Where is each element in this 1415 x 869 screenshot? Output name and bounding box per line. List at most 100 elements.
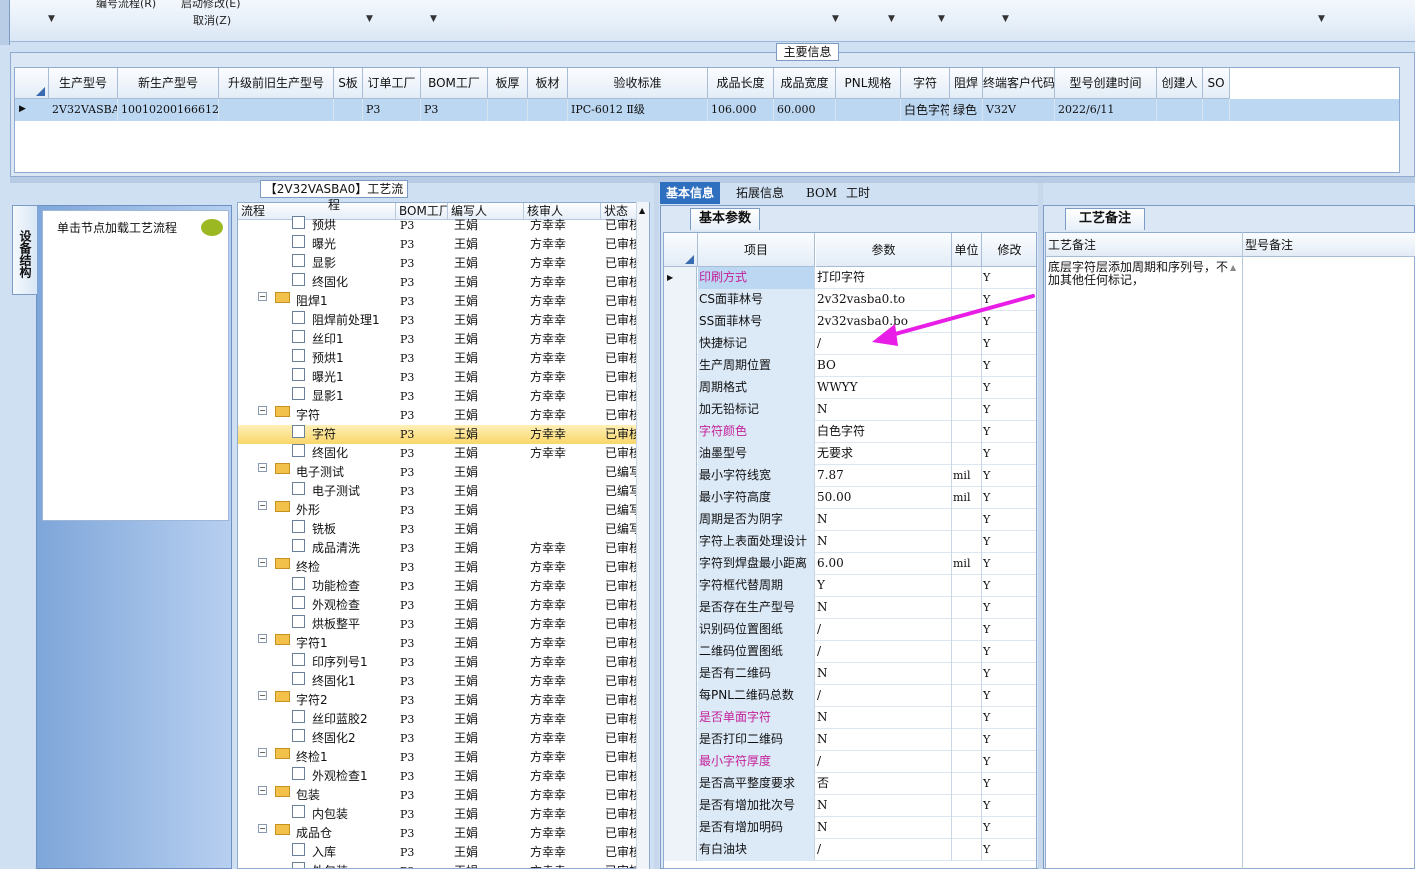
param-value[interactable]: N	[816, 795, 952, 817]
tab-process-notes[interactable]: 工艺备注	[1065, 208, 1145, 230]
tab-work-hours[interactable]: 工时	[840, 182, 876, 204]
tree-node[interactable]: 阻焊前处理1 P3 王娟 方幸幸 已审核	[238, 311, 638, 330]
param-modify[interactable]: Y	[982, 773, 1036, 795]
tree-node[interactable]: 字符 P3 王娟 方幸幸 已审核	[238, 425, 638, 444]
tree-folder-node[interactable]: − 字符1 P3 王娟 方幸幸 已审核	[238, 634, 638, 653]
tree-node[interactable]: 显影1 P3 王娟 方幸幸 已审核	[238, 387, 638, 406]
params-row[interactable]: 识别码位置图纸 / Y	[664, 619, 1036, 641]
params-row[interactable]: 最小字符厚度 / Y	[664, 751, 1036, 773]
tree-node[interactable]: 曝光1 P3 王娟 方幸幸 已审核	[238, 368, 638, 387]
param-value[interactable]: 2v32vasba0.bo	[816, 311, 952, 333]
tree-node[interactable]: 烘板整平 P3 王娟 方幸幸 已审核	[238, 615, 638, 634]
tree-node[interactable]: 入库 P3 王娟 方幸幸 已审核	[238, 843, 638, 862]
tree-node[interactable]: 显影 P3 王娟 方幸幸 已审核	[238, 254, 638, 273]
param-value[interactable]: /	[816, 619, 952, 641]
param-modify[interactable]: Y	[982, 267, 1036, 289]
tree-node[interactable]: 电子测试 P3 王娟 已编写	[238, 482, 638, 501]
params-row[interactable]: 是否有增加批次号 N Y	[664, 795, 1036, 817]
tree-folder-node[interactable]: − 字符2 P3 王娟 方幸幸 已审核	[238, 691, 638, 710]
tree-folder-node[interactable]: − 终检 P3 王娟 方幸幸 已审核	[238, 558, 638, 577]
param-modify[interactable]: Y	[982, 839, 1036, 861]
param-value[interactable]: 白色字符	[816, 421, 952, 443]
params-row[interactable]: ▶ 印刷方式 打印字符 Y	[664, 267, 1036, 289]
param-modify[interactable]: Y	[982, 377, 1036, 399]
params-row[interactable]: 是否高平整度要求否 Y	[664, 773, 1036, 795]
tree-node[interactable]: 铣板 P3 王娟 已编写	[238, 520, 638, 539]
tab-basic-params[interactable]: 基本参数	[690, 208, 760, 230]
chevron-down-icon[interactable]: ▼	[1318, 14, 1325, 24]
tree-folder-node[interactable]: − 终检1 P3 王娟 方幸幸 已审核	[238, 748, 638, 767]
tree-node[interactable]: 预烘1 P3 王娟 方幸幸 已审核	[238, 349, 638, 368]
col-process-notes[interactable]: 工艺备注	[1046, 233, 1243, 257]
collapse-toggle-icon[interactable]: −	[258, 292, 267, 301]
param-value[interactable]: /	[816, 839, 952, 861]
chevron-down-icon[interactable]: ▼	[430, 14, 437, 24]
param-modify[interactable]: Y	[982, 597, 1036, 619]
param-modify[interactable]: Y	[982, 641, 1036, 663]
param-value[interactable]: /	[816, 333, 952, 355]
param-value[interactable]: N	[816, 707, 952, 729]
param-value[interactable]: N	[816, 729, 952, 751]
tree-node[interactable]: 终固化 P3 王娟 方幸幸 已审核	[238, 444, 638, 463]
param-value[interactable]: /	[816, 641, 952, 663]
params-col-header[interactable]: 修改	[982, 233, 1036, 267]
param-modify[interactable]: Y	[982, 729, 1036, 751]
tree-node[interactable]: 终固化1 P3 王娟 方幸幸 已审核	[238, 672, 638, 691]
params-row[interactable]: 油墨型号 无要求 Y	[664, 443, 1036, 465]
collapse-toggle-icon[interactable]: −	[258, 406, 267, 415]
params-row[interactable]: 是否存在生产型号 N Y	[664, 597, 1036, 619]
tab-extended-info[interactable]: 拓展信息	[730, 182, 790, 204]
params-row[interactable]: 字符到焊盘最小距离 6.00 mil Y	[664, 553, 1036, 575]
param-modify[interactable]: Y	[982, 509, 1036, 531]
tree-node[interactable]: 功能检查 P3 王娟 方幸幸 已审核	[238, 577, 638, 596]
param-value[interactable]: 否	[816, 773, 952, 795]
process-notes-text[interactable]: 底层字符层添加周期和序列号，不加其他任何标记，	[1048, 261, 1228, 287]
chevron-down-icon[interactable]: ▼	[938, 14, 945, 24]
collapse-toggle-icon[interactable]: −	[258, 558, 267, 567]
params-row[interactable]: 字符上表面处理设计 N Y	[664, 531, 1036, 553]
params-row[interactable]: 加无铅标记 N Y	[664, 399, 1036, 421]
param-value[interactable]: N	[816, 817, 952, 839]
main-col-header[interactable]: 创建人	[1157, 68, 1203, 99]
main-col-header[interactable]: 型号创建时间	[1055, 68, 1157, 99]
param-modify[interactable]: Y	[982, 311, 1036, 333]
main-col-header[interactable]: 板厚	[488, 68, 528, 99]
param-value[interactable]: 7.87	[816, 465, 952, 487]
tree-node[interactable]: 预烘 P3 王娟 方幸幸 已审核	[238, 216, 638, 235]
tree-node[interactable]: 曝光 P3 王娟 方幸幸 已审核	[238, 235, 638, 254]
main-info-row[interactable]: ▶ 2V32VASBA010010200166612 P3P3 IPC-6012 Ⅱ…	[15, 99, 1399, 121]
params-row[interactable]: 有白油块 / Y	[664, 839, 1036, 861]
chevron-down-icon[interactable]: ▼	[366, 14, 373, 24]
tree-node[interactable]: 丝印蓝胶2 P3 王娟 方幸幸 已审核	[238, 710, 638, 729]
params-row[interactable]: 周期是否为阴字 N Y	[664, 509, 1036, 531]
tab-basic-info[interactable]: 基本信息	[660, 182, 721, 204]
collapse-toggle-icon[interactable]: −	[258, 463, 267, 472]
tree-node[interactable]: 印序列号1 P3 王娟 方幸幸 已审核	[238, 653, 638, 672]
params-row[interactable]: 快捷标记 / Y	[664, 333, 1036, 355]
menu-renumber-flow[interactable]: 编号流程(R)	[96, 0, 156, 11]
collapse-toggle-icon[interactable]: −	[258, 691, 267, 700]
param-value[interactable]: N	[816, 399, 952, 421]
menu-cancel[interactable]: 取消(Z)	[193, 12, 231, 28]
main-col-header[interactable]: 终端客户代码	[983, 68, 1055, 99]
vertical-splitter[interactable]	[654, 183, 659, 869]
param-modify[interactable]: Y	[982, 333, 1036, 355]
param-modify[interactable]: Y	[982, 553, 1036, 575]
params-row[interactable]: 是否有二维码 N Y	[664, 663, 1036, 685]
param-modify[interactable]: Y	[982, 487, 1036, 509]
param-modify[interactable]: Y	[982, 289, 1036, 311]
param-modify[interactable]: Y	[982, 685, 1036, 707]
tree-folder-node[interactable]: − 电子测试 P3 王娟 已编写	[238, 463, 638, 482]
param-value[interactable]: N	[816, 663, 952, 685]
tab-equipment-structure[interactable]: 设备结构	[12, 205, 37, 295]
param-modify[interactable]: Y	[982, 355, 1036, 377]
param-modify[interactable]: Y	[982, 443, 1036, 465]
param-modify[interactable]: Y	[982, 531, 1036, 553]
params-row[interactable]: 最小字符高度 50.00 mil Y	[664, 487, 1036, 509]
param-modify[interactable]: Y	[982, 751, 1036, 773]
param-value[interactable]: WWYY	[816, 377, 952, 399]
params-row[interactable]: 二维码位置图纸 / Y	[664, 641, 1036, 663]
tree-node[interactable]: 外包装 P3 王娟 方幸幸 已审核	[238, 862, 638, 868]
params-row[interactable]: SS面菲林号 2v32vasba0.bo Y	[664, 311, 1036, 333]
chevron-down-icon[interactable]: ▼	[888, 14, 895, 24]
